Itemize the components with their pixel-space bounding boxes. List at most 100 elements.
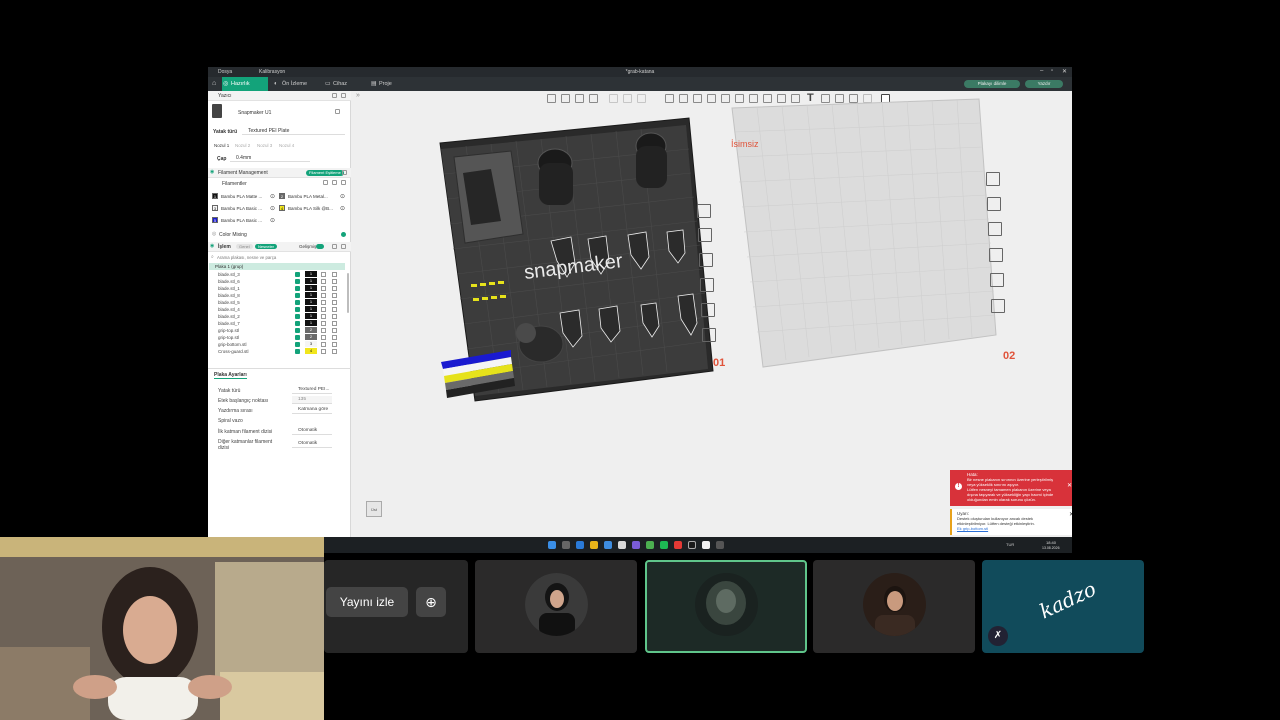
edit-icon[interactable] xyxy=(321,279,326,284)
filament-index[interactable]: 1 xyxy=(305,285,317,291)
print-button[interactable]: Yazdır xyxy=(1025,80,1063,88)
app-icon[interactable] xyxy=(688,541,696,549)
process-save-icon[interactable] xyxy=(332,244,337,249)
plate-arrange-icon[interactable] xyxy=(699,253,713,267)
edit-icon[interactable] xyxy=(321,286,326,291)
color-mixing-row[interactable]: ◎ Color Mixing xyxy=(212,231,347,239)
list-item[interactable]: blade.stl_4 1 xyxy=(208,306,351,313)
visible-checkbox[interactable] xyxy=(295,314,300,319)
plate-move-up-icon[interactable] xyxy=(702,328,716,342)
tab-nozzle-3[interactable]: Nozul 3 xyxy=(257,143,272,148)
app-icon[interactable] xyxy=(646,541,654,549)
settings-icon[interactable] xyxy=(332,321,337,326)
edit-icon[interactable] xyxy=(321,321,326,326)
visible-checkbox[interactable] xyxy=(295,328,300,333)
close-icon[interactable]: ✕ xyxy=(1067,483,1072,489)
tab-nozzle-4[interactable]: Nozul 4 xyxy=(279,143,294,148)
printer-edit-icon[interactable] xyxy=(341,93,346,98)
screen-share-tile[interactable]: Yayını izle ⊕ xyxy=(324,560,468,653)
list-item[interactable]: grip-bottom.stl 3 xyxy=(208,341,351,348)
settings-icon[interactable] xyxy=(332,342,337,347)
process-global-toggle[interactable]: Genel xyxy=(236,244,253,249)
app-icon[interactable] xyxy=(716,541,724,549)
3d-viewport[interactable]: T » snapmaker 01 02 İsimsiz Üst ! Hata: … xyxy=(351,91,1072,553)
filament-slot-2[interactable]: 2 Bambu PLA Metal... ⊙ xyxy=(279,193,347,201)
filament-index[interactable]: 1 xyxy=(305,306,317,312)
process-objects-toggle[interactable]: Nesneler xyxy=(255,244,278,249)
edit-icon[interactable] xyxy=(321,349,326,354)
filament-index[interactable]: 1 xyxy=(305,299,317,305)
bed-type-select[interactable]: Textured PEI Plate xyxy=(242,126,345,135)
plate-move-up-icon[interactable] xyxy=(991,299,1005,313)
filament-slot-1[interactable]: 1 Bambu PLA Matte ... ⊙ xyxy=(212,193,278,201)
skirt-start-input[interactable]: 135 xyxy=(292,396,332,404)
settings-icon[interactable] xyxy=(332,300,337,305)
view-cube[interactable]: Üst xyxy=(366,501,382,517)
tab-prepare[interactable]: ◎ Hazırlık xyxy=(222,77,268,91)
filament-edit-icon[interactable]: ⊙ xyxy=(270,217,275,224)
filament-settings-icon[interactable] xyxy=(342,170,347,175)
plate-delete-icon[interactable] xyxy=(986,172,1000,186)
maximize-icon[interactable]: ▫ xyxy=(1051,68,1053,74)
explorer-icon[interactable] xyxy=(590,541,598,549)
process-compare-icon[interactable] xyxy=(341,244,346,249)
plate-orient-icon[interactable] xyxy=(987,197,1001,211)
visible-checkbox[interactable] xyxy=(295,335,300,340)
visible-checkbox[interactable] xyxy=(295,279,300,284)
visible-checkbox[interactable] xyxy=(295,272,300,277)
plate-bed-type-select[interactable]: Textured PEI... xyxy=(292,386,332,394)
close-icon[interactable]: ✕ xyxy=(1062,68,1067,75)
list-item[interactable]: blade.stl_1 1 xyxy=(208,285,351,292)
visible-checkbox[interactable] xyxy=(295,342,300,347)
plate-lock-icon[interactable] xyxy=(989,248,1003,262)
tab-preview[interactable]: ◐ Ön İzleme xyxy=(273,77,321,91)
plate-2-name[interactable]: İsimsiz xyxy=(731,139,759,149)
list-item[interactable]: blade.stl_8 1 xyxy=(208,292,351,299)
edit-icon[interactable] xyxy=(321,307,326,312)
filament-index[interactable]: 4 xyxy=(305,348,317,354)
list-item[interactable]: blade.stl_7 1 xyxy=(208,320,351,327)
watch-stream-button[interactable]: Yayını izle xyxy=(326,587,408,617)
slice-plate-button[interactable]: Plakayı dilimle xyxy=(964,80,1020,88)
search-icon[interactable] xyxy=(562,541,570,549)
plate-group-row[interactable]: Plaka 1 (grup) xyxy=(209,263,345,270)
plate-delete-icon[interactable] xyxy=(697,204,711,218)
color-mixing-add-icon[interactable] xyxy=(341,232,346,237)
settings-icon[interactable] xyxy=(332,349,337,354)
visible-checkbox[interactable] xyxy=(295,321,300,326)
filament-slot-5[interactable]: 5 Bambu PLA Basic ... ⊙ xyxy=(212,217,278,225)
printer-name[interactable]: Snapmaker U1 xyxy=(238,110,271,116)
filament-sync-icon[interactable] xyxy=(341,180,346,185)
settings-icon[interactable] xyxy=(332,328,337,333)
tab-nozzle-1[interactable]: Nozul 1 xyxy=(214,143,229,148)
settings-icon[interactable] xyxy=(332,293,337,298)
settings-icon[interactable] xyxy=(332,279,337,284)
participant-tile[interactable] xyxy=(475,560,637,653)
clock-time[interactable]: 18:40 xyxy=(1046,540,1056,545)
diameter-select[interactable]: 0.4mm xyxy=(230,153,310,162)
tab-project[interactable]: ▤ Proje xyxy=(370,77,406,91)
edit-icon[interactable] xyxy=(321,314,326,319)
filament-index[interactable]: 2 xyxy=(305,334,317,340)
edit-icon[interactable] xyxy=(321,300,326,305)
list-item[interactable]: grip-top.stl 2 xyxy=(208,334,351,341)
filament-index[interactable]: 1 xyxy=(305,292,317,298)
other-layers-sequence-select[interactable]: Otomatik xyxy=(292,440,332,448)
close-icon[interactable]: ✕ xyxy=(1069,512,1072,518)
settings-icon[interactable] xyxy=(332,335,337,340)
filament-index[interactable]: 1 xyxy=(305,278,317,284)
edit-icon[interactable] xyxy=(321,272,326,277)
minimize-icon[interactable]: – xyxy=(1040,68,1043,74)
filament-edit-icon[interactable]: ⊙ xyxy=(270,193,275,200)
participant-tile-speaking[interactable] xyxy=(645,560,807,653)
edit-icon[interactable] xyxy=(321,328,326,333)
list-item[interactable]: blade.stl_2 1 xyxy=(208,313,351,320)
object-search-input[interactable]: ⌕ Arama plakası, nesne ve parça xyxy=(211,254,347,261)
edit-icon[interactable] xyxy=(321,293,326,298)
list-item[interactable]: blade.stl_5 1 xyxy=(208,299,351,306)
filament-sync-button[interactable]: Filament Eşitleme xyxy=(306,170,344,176)
advanced-toggle[interactable] xyxy=(316,244,324,249)
app-icon[interactable] xyxy=(632,541,640,549)
filament-edit-icon[interactable]: ⊙ xyxy=(340,193,345,200)
settings-icon[interactable] xyxy=(332,286,337,291)
